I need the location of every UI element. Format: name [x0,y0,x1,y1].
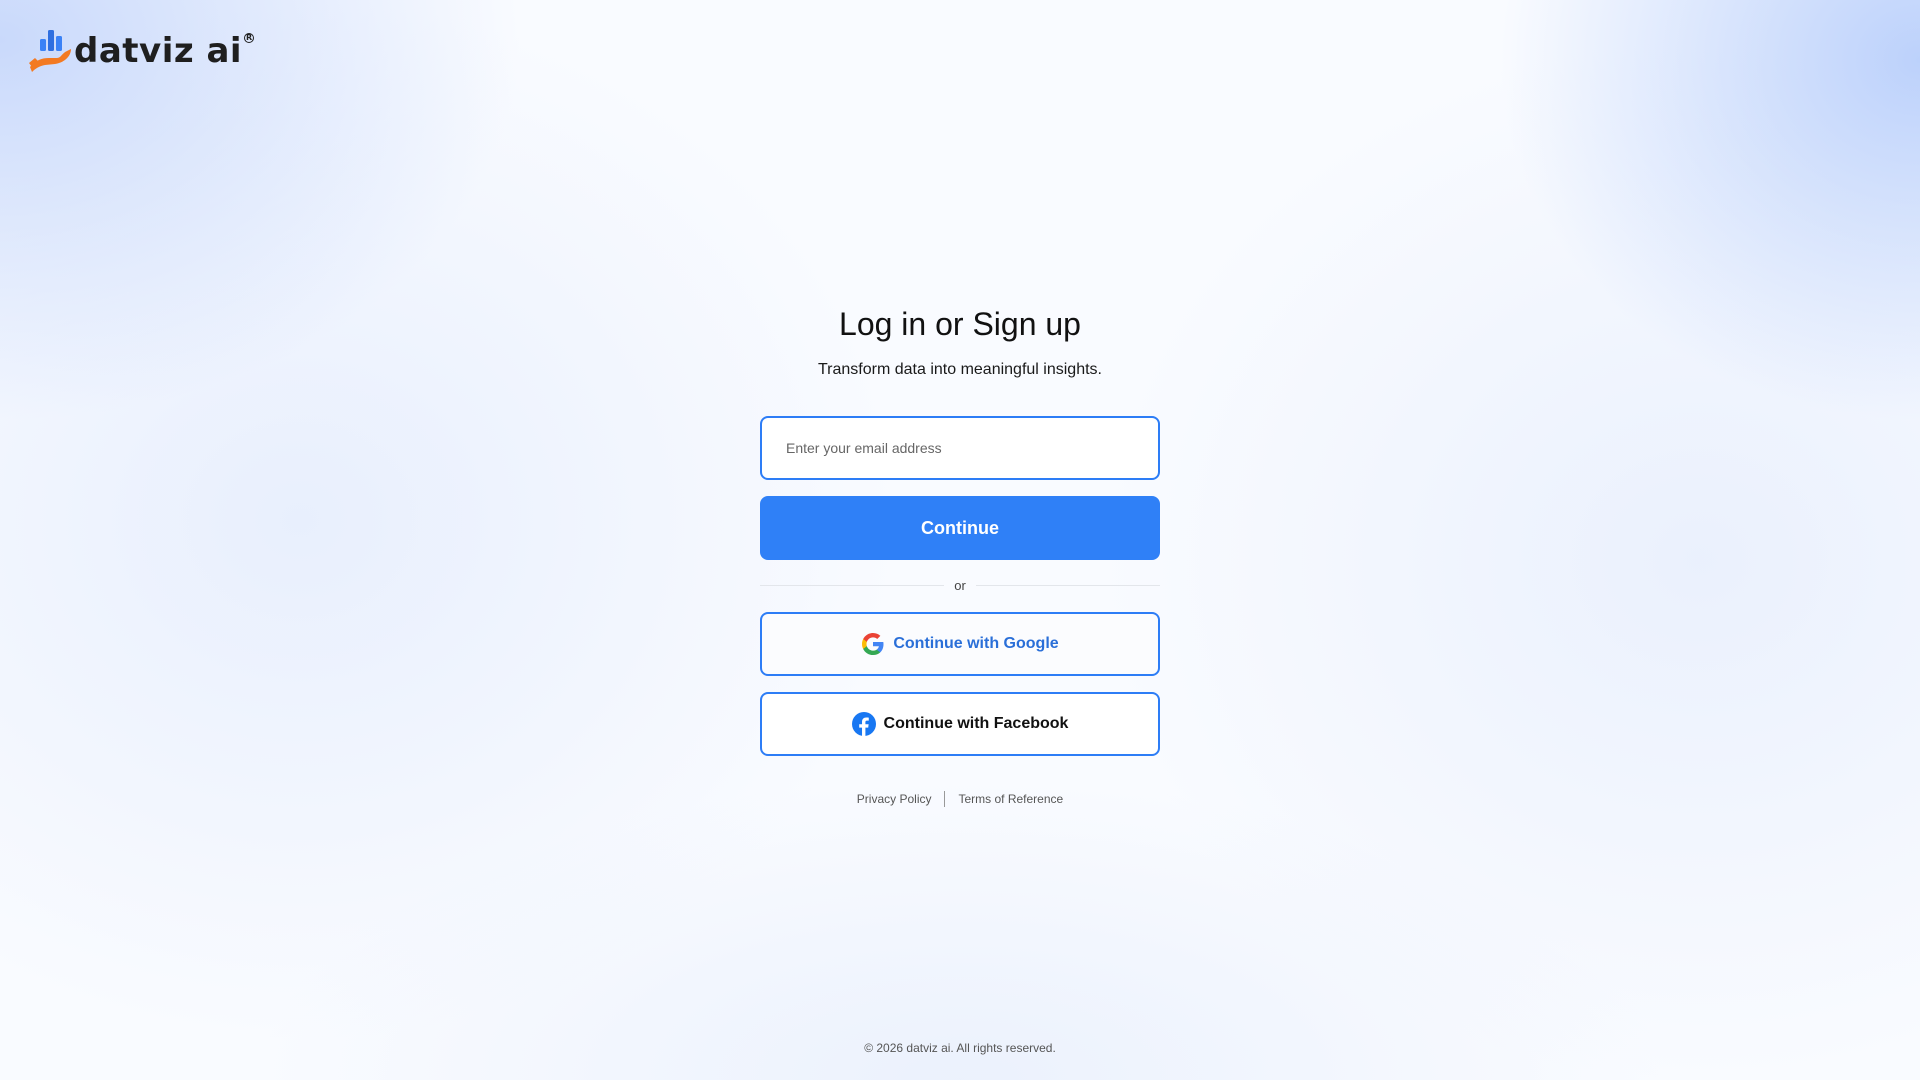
registered-mark: R [244,33,255,43]
divider-line-right [975,584,1160,586]
divider: or [760,576,1160,594]
continue-button[interactable]: Continue [760,496,1160,560]
continue-with-google-button[interactable]: Continue with Google [760,612,1160,676]
google-icon [862,633,884,655]
divider-line-left [760,584,945,586]
brand-logo[interactable]: datviz ai R [27,26,255,74]
auth-card: Log in or Sign up Transform data into me… [760,280,1160,840]
copyright-footer: © 2026 datviz ai. All rights reserved. [864,1041,1056,1055]
privacy-policy-link[interactable]: Privacy Policy [857,792,932,806]
facebook-button-label: Continue with Facebook [883,715,1069,732]
legal-separator [944,791,946,807]
logo-icon [29,30,71,72]
brand-name: datviz ai [74,31,243,71]
continue-with-facebook-button[interactable]: Continue with Facebook [760,692,1160,756]
divider-label: or [954,577,966,593]
page-subtitle: Transform data into meaningful insights. [818,361,1102,378]
page-title: Log in or Sign up [839,306,1081,342]
terms-link[interactable]: Terms of Reference [958,792,1063,806]
legal-links: Privacy Policy Terms of Reference [760,791,1160,807]
google-button-label: Continue with Google [893,635,1059,652]
email-input[interactable] [760,416,1160,480]
facebook-icon [851,712,876,736]
